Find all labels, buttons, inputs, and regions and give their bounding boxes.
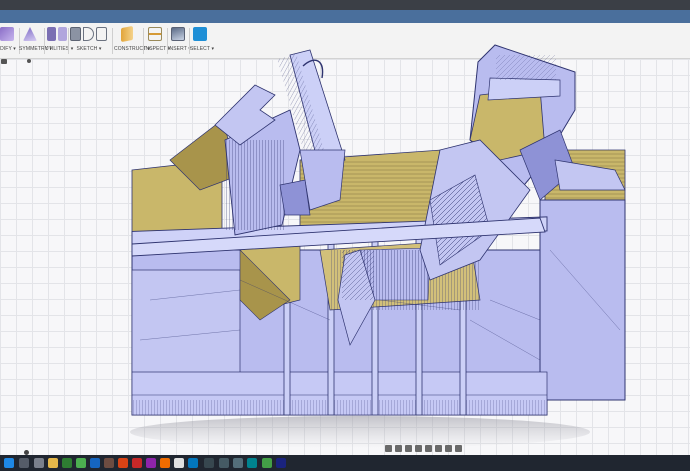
model-shadow [130,416,590,448]
task-view-icon[interactable] [34,458,44,468]
mixer-icon[interactable] [146,458,156,468]
orbit-icon[interactable] [385,444,392,452]
calculator-icon[interactable] [174,458,184,468]
steam-icon[interactable] [204,458,214,468]
word-icon[interactable] [188,458,198,468]
phone-icon[interactable] [262,458,272,468]
settings-icon[interactable] [160,458,170,468]
viewports-icon[interactable] [455,444,462,452]
excel-icon[interactable] [62,458,72,468]
grid-settings-icon[interactable] [445,444,452,452]
explorer-icon[interactable] [48,458,58,468]
look-at-icon[interactable] [395,444,402,452]
windows-start-icon[interactable] [4,458,14,468]
folder-icon[interactable] [233,458,243,468]
pan-icon[interactable] [405,444,412,452]
fusion-icon[interactable] [118,458,128,468]
photoshop-icon[interactable] [276,458,286,468]
windows-taskbar [0,455,690,471]
paint-icon[interactable] [132,458,142,468]
cad-model-render[interactable] [0,0,690,471]
media-player-icon[interactable] [219,458,229,468]
search-icon[interactable] [19,458,29,468]
display-settings-icon[interactable] [435,444,442,452]
chrome-icon[interactable] [76,458,86,468]
mail-icon[interactable] [90,458,100,468]
media-icon[interactable] [104,458,114,468]
zoom-icon[interactable] [415,444,422,452]
navigation-bar [385,443,477,453]
fit-icon[interactable] [425,444,432,452]
chat-icon[interactable] [247,458,257,468]
